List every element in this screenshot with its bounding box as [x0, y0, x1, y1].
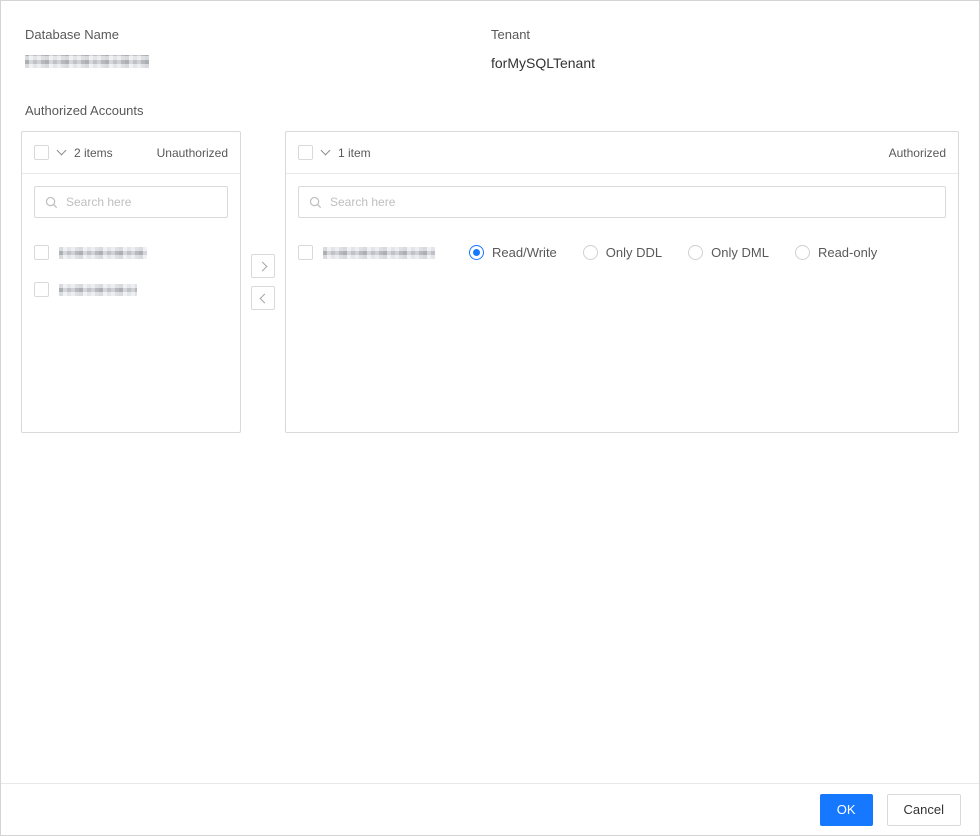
account-name-redacted	[59, 246, 147, 259]
authorized-panel: 1 item Authorized Read/Write	[285, 131, 959, 433]
account-name-redacted	[323, 246, 435, 259]
account-name-redacted	[59, 283, 137, 296]
cancel-button[interactable]: Cancel	[886, 793, 961, 826]
chevron-down-icon[interactable]	[320, 145, 331, 156]
ok-button[interactable]: OK	[819, 793, 873, 826]
radio-only-ddl[interactable]: Only DDL	[582, 245, 663, 260]
move-left-button[interactable]	[251, 286, 275, 310]
account-checkbox[interactable]	[34, 245, 49, 260]
authorized-count: 1 item	[338, 145, 371, 160]
database-name-value-redacted	[25, 55, 149, 68]
chevron-left-icon	[259, 293, 269, 303]
account-row[interactable]	[22, 271, 240, 308]
search-icon	[309, 196, 322, 209]
account-row[interactable]	[22, 234, 240, 271]
unauthorized-account-list	[22, 230, 240, 312]
search-icon	[45, 196, 58, 209]
permission-radio-group: Read/Write Only DDL Only DML Read-only	[469, 245, 877, 260]
select-all-checkbox[interactable]	[298, 145, 313, 160]
unauthorized-search-box	[34, 186, 228, 218]
authorized-panel-header: 1 item Authorized	[286, 132, 958, 174]
account-checkbox[interactable]	[34, 282, 49, 297]
dialog-footer: OK Cancel	[1, 783, 979, 835]
tenant-label: Tenant	[491, 27, 531, 42]
radio-label: Read/Write	[492, 245, 557, 260]
unauthorized-panel-header: 2 items Unauthorized	[22, 132, 240, 174]
tenant-value: forMySQLTenant	[491, 55, 596, 71]
move-right-button[interactable]	[251, 254, 275, 278]
database-name-label: Database Name	[25, 27, 119, 42]
database-name-field: Database Name	[25, 27, 491, 73]
account-checkbox[interactable]	[298, 245, 313, 260]
radio-label: Only DML	[711, 245, 769, 260]
tenant-field: Tenant forMySQLTenant	[491, 27, 595, 73]
authorized-account-list: Read/Write Only DDL Only DML Read-only	[286, 230, 958, 275]
radio-icon[interactable]	[688, 245, 704, 260]
radio-label: Read-only	[817, 245, 878, 260]
radio-only-dml[interactable]: Only DML	[688, 245, 769, 260]
radio-icon[interactable]	[794, 245, 810, 260]
radio-selected-icon[interactable]	[469, 245, 484, 260]
chevron-down-icon[interactable]	[56, 145, 67, 156]
radio-icon[interactable]	[582, 245, 598, 260]
authorized-panel-title: Authorized	[888, 145, 946, 160]
authorized-search-box	[298, 186, 946, 218]
authorized-accounts-label: Authorized Accounts	[25, 103, 144, 118]
accounts-transfer: 2 items Unauthorized Search here 1 item …	[1, 131, 979, 433]
chevron-right-icon	[257, 261, 267, 271]
radio-label: Only DDL	[605, 245, 663, 260]
authorized-search-input[interactable]	[328, 194, 935, 210]
transfer-controls	[241, 131, 285, 433]
unauthorized-panel-title: Unauthorized	[156, 145, 228, 160]
top-fields: Database Name Tenant forMySQLTenant	[1, 1, 979, 73]
radio-read-write[interactable]: Read/Write	[469, 245, 557, 260]
select-all-checkbox[interactable]	[34, 145, 49, 160]
unauthorized-count: 2 items	[74, 145, 113, 160]
account-row[interactable]: Read/Write Only DDL Only DML Read-only	[286, 234, 958, 271]
unauthorized-panel: 2 items Unauthorized	[21, 131, 241, 433]
unauthorized-search-input[interactable]	[64, 194, 217, 210]
grant-database-permissions-dialog: Database Name Tenant forMySQLTenant Auth…	[0, 0, 980, 836]
radio-read-only[interactable]: Read-only	[794, 245, 878, 260]
